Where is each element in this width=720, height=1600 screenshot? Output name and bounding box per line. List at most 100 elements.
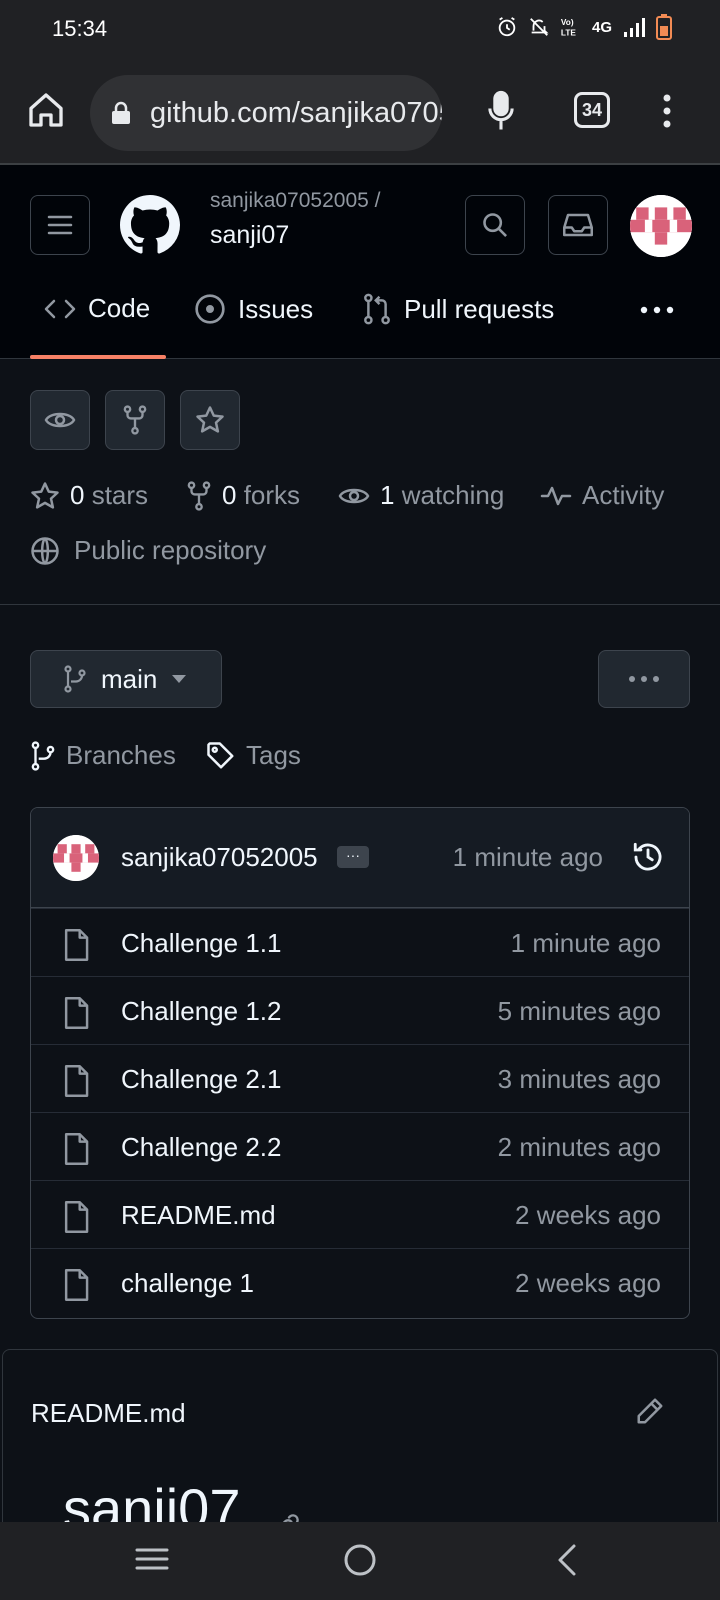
tab-issues[interactable]: Issues bbox=[194, 293, 313, 325]
eye-icon bbox=[44, 412, 76, 428]
section-divider bbox=[0, 604, 720, 605]
search-button[interactable] bbox=[465, 195, 525, 255]
pull-request-icon bbox=[364, 293, 390, 325]
file-time: 2 weeks ago bbox=[515, 1268, 661, 1298]
commit-author[interactable]: sanjika07052005 bbox=[121, 842, 318, 873]
fork-button[interactable] bbox=[105, 390, 165, 450]
svg-text:LTE: LTE bbox=[561, 28, 576, 37]
tab-code[interactable]: Code bbox=[44, 293, 150, 324]
tabs-more-button[interactable] bbox=[640, 305, 674, 315]
file-name[interactable]: challenge 1 bbox=[121, 1268, 254, 1299]
star-icon bbox=[31, 481, 59, 509]
file-time: 5 minutes ago bbox=[497, 996, 661, 1026]
volte-icon: Vo) LTE bbox=[560, 16, 582, 38]
edit-readme-button[interactable] bbox=[635, 1396, 665, 1426]
file-icon bbox=[64, 1269, 89, 1301]
more-horizontal-icon bbox=[640, 306, 674, 314]
globe-icon bbox=[31, 536, 59, 565]
file-row[interactable]: Challenge 1.2 5 minutes ago bbox=[31, 976, 689, 1044]
recents-icon bbox=[135, 1548, 169, 1570]
commit-time: 1 minute ago bbox=[452, 842, 603, 872]
visibility-label: Public repository bbox=[74, 535, 267, 565]
inbox-icon bbox=[563, 213, 593, 237]
circle-home-icon bbox=[344, 1544, 376, 1576]
home-icon bbox=[29, 93, 63, 127]
file-name[interactable]: README.md bbox=[121, 1200, 276, 1231]
tags-link[interactable]: Tags bbox=[206, 740, 301, 771]
forks-stat[interactable]: 0 forks bbox=[186, 480, 300, 511]
file-time: 2 minutes ago bbox=[497, 1132, 661, 1162]
history-icon bbox=[633, 842, 662, 871]
file-icon bbox=[64, 929, 89, 961]
watching-label: watching bbox=[401, 480, 505, 510]
eye-icon bbox=[338, 488, 370, 503]
branch-selector[interactable]: main bbox=[30, 650, 222, 708]
tab-switcher-button[interactable]: 34 bbox=[574, 92, 610, 128]
tab-pull-requests-label: Pull requests bbox=[404, 293, 555, 324]
network-type: 4G bbox=[591, 18, 612, 36]
browser-toolbar: github.com/sanjika07052005/sanji07 34 bbox=[0, 62, 720, 165]
commit-author-avatar[interactable] bbox=[53, 835, 99, 881]
mic-icon bbox=[488, 90, 514, 130]
file-row[interactable]: Challenge 2.1 3 minutes ago bbox=[31, 1044, 689, 1112]
file-name[interactable]: Challenge 1.2 bbox=[121, 996, 281, 1027]
repo-owner-link[interactable]: sanjika07052005 / bbox=[210, 189, 380, 213]
browser-menu-button[interactable] bbox=[662, 94, 672, 128]
activity-link[interactable]: Activity bbox=[540, 480, 664, 511]
lock-icon bbox=[110, 101, 132, 125]
commit-history-button[interactable] bbox=[631, 840, 665, 874]
search-icon bbox=[483, 213, 507, 237]
repo-more-options-button[interactable] bbox=[598, 650, 690, 708]
file-name[interactable]: Challenge 2.1 bbox=[121, 1064, 281, 1095]
watching-count: 1 bbox=[380, 480, 395, 510]
branches-link[interactable]: Branches bbox=[30, 740, 176, 771]
file-row[interactable]: README.md 2 weeks ago bbox=[31, 1180, 689, 1248]
hamburger-menu-button[interactable] bbox=[30, 195, 90, 255]
file-list: sanjika07052005 ··· 1 minute ago Challen… bbox=[30, 807, 690, 1319]
issue-icon bbox=[195, 294, 225, 324]
status-bar: 15:34 Vo) LTE 4G bbox=[0, 0, 720, 62]
watch-button[interactable] bbox=[30, 390, 90, 450]
recent-apps-button[interactable] bbox=[134, 1542, 170, 1576]
stars-stat[interactable]: 0 stars bbox=[30, 480, 148, 511]
more-horizontal-icon bbox=[629, 676, 659, 682]
user-avatar[interactable] bbox=[630, 195, 692, 257]
home-nav-button[interactable] bbox=[342, 1542, 378, 1578]
github-logo-icon[interactable] bbox=[120, 195, 180, 255]
file-name[interactable]: Challenge 2.2 bbox=[121, 1132, 281, 1163]
pulse-icon bbox=[540, 486, 572, 505]
branch-icon bbox=[31, 740, 55, 771]
tag-icon bbox=[207, 741, 234, 768]
url-text[interactable]: github.com/sanjika07052005/sanji07 bbox=[150, 97, 442, 130]
repo-name-link[interactable]: sanji07 bbox=[210, 221, 289, 250]
file-time: 3 minutes ago bbox=[497, 1064, 661, 1094]
url-bar[interactable]: github.com/sanjika07052005/sanji07 bbox=[90, 75, 442, 151]
readme-title: README.md bbox=[31, 1398, 186, 1428]
tab-pull-requests[interactable]: Pull requests bbox=[362, 293, 554, 325]
home-button[interactable] bbox=[26, 90, 66, 130]
latest-commit-row: sanjika07052005 ··· 1 minute ago bbox=[31, 808, 689, 908]
caret-down-icon bbox=[172, 675, 187, 683]
file-name[interactable]: Challenge 1.1 bbox=[121, 928, 281, 959]
file-row[interactable]: Challenge 2.2 2 minutes ago bbox=[31, 1112, 689, 1180]
inbox-button[interactable] bbox=[548, 195, 608, 255]
hamburger-icon bbox=[47, 215, 73, 235]
activity-label: Activity bbox=[582, 480, 665, 510]
fork-icon bbox=[123, 405, 147, 435]
forks-label: forks bbox=[243, 480, 301, 510]
branches-label: Branches bbox=[66, 740, 176, 770]
visibility-info: Public repository bbox=[30, 535, 266, 566]
tab-code-label: Code bbox=[88, 293, 151, 323]
status-time: 15:34 bbox=[52, 16, 108, 41]
mute-icon bbox=[528, 16, 550, 38]
commit-message-toggle[interactable]: ··· bbox=[337, 846, 369, 868]
battery-icon bbox=[656, 14, 672, 40]
back-button[interactable] bbox=[554, 1542, 580, 1578]
file-row[interactable]: Challenge 1.1 1 minute ago bbox=[31, 908, 689, 976]
star-button[interactable] bbox=[180, 390, 240, 450]
file-row[interactable]: challenge 1 2 weeks ago bbox=[31, 1248, 689, 1316]
code-icon bbox=[44, 299, 76, 318]
voice-search-button[interactable] bbox=[486, 90, 516, 132]
back-arrow-icon bbox=[558, 1544, 576, 1576]
watching-stat[interactable]: 1 watching bbox=[338, 480, 504, 511]
